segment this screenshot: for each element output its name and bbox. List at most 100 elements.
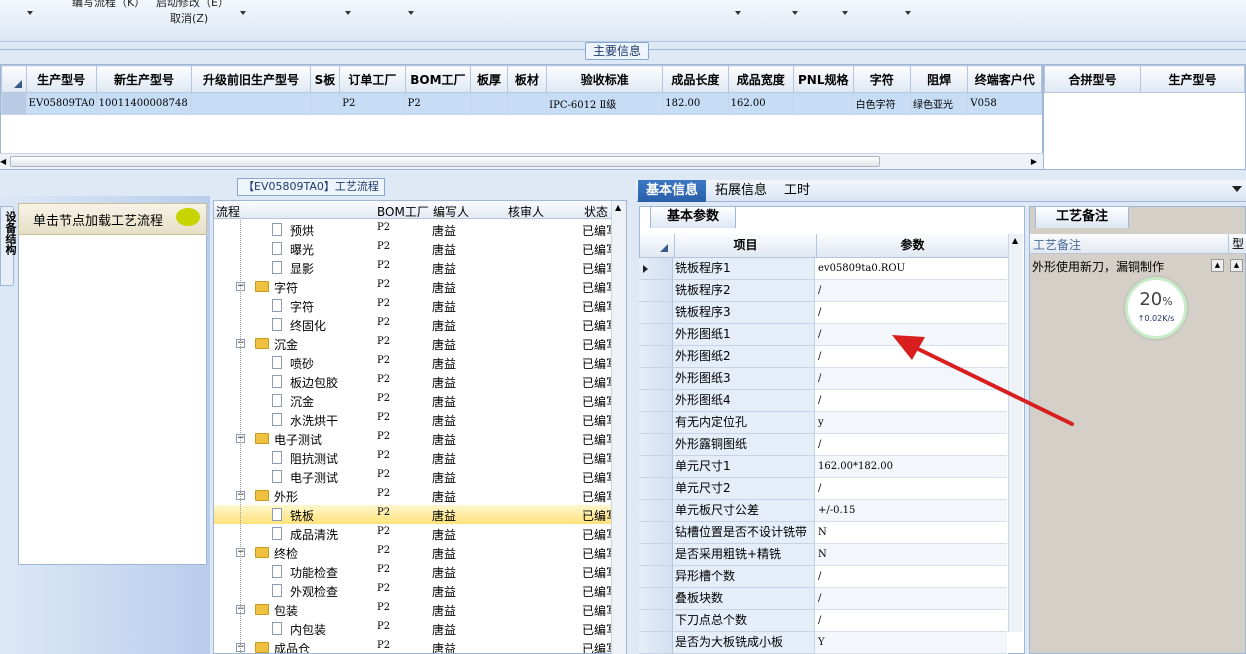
col-reviewer[interactable]: 核审人 — [508, 203, 544, 220]
param-row[interactable]: 铣板程序2/ — [639, 280, 1007, 302]
chevron-down-icon[interactable] — [408, 11, 414, 15]
table-cell[interactable]: IPC-6012 Ⅱ级 — [546, 92, 664, 115]
cancel-button[interactable]: 取消(Z) — [170, 10, 208, 26]
param-value[interactable]: / — [815, 566, 1007, 588]
table-cell[interactable] — [506, 92, 548, 115]
param-value[interactable]: Y — [815, 632, 1007, 654]
edit-flow-button[interactable]: 编写流程（K） — [72, 0, 145, 10]
col-header[interactable]: 验收标准 — [546, 65, 664, 93]
note-column-label[interactable]: 工艺备注 — [1033, 236, 1081, 253]
vertical-tab[interactable]: 设备结构 — [0, 206, 17, 286]
tree-row[interactable]: 字符 P2 唐益 已编写 — [214, 296, 618, 315]
param-row[interactable]: 是否采用粗铣+精铣 N — [639, 544, 1007, 566]
param-value[interactable]: / — [815, 610, 1007, 632]
col-bom-factory[interactable]: BOM工厂 — [377, 203, 429, 220]
tree-row[interactable]: − 沉金 P2 唐益 已编写 — [214, 334, 618, 353]
param-value[interactable]: / — [815, 434, 1007, 456]
param-value[interactable]: / — [815, 478, 1007, 500]
col-header[interactable]: 成品宽度 — [727, 65, 794, 93]
param-value[interactable]: N — [815, 522, 1007, 544]
col-header[interactable]: 板材 — [506, 65, 548, 93]
col-flow[interactable]: 流程 — [216, 203, 240, 220]
tree-scrollbar[interactable]: ▲ — [611, 201, 626, 654]
param-row[interactable]: 是否为大板铣成小板 Y — [639, 632, 1007, 654]
col-header[interactable]: 终端客户代 — [967, 65, 1042, 93]
col-header[interactable]: PNL规格 — [792, 65, 854, 93]
tab-basic-params[interactable]: 基本参数 — [650, 206, 736, 228]
table-cell[interactable]: 10011400008748 — [95, 92, 193, 115]
tree-row[interactable]: 内包装 P2 唐益 已编写 — [214, 619, 618, 638]
col-status[interactable]: 状态 — [584, 203, 608, 220]
note-text[interactable]: 外形使用新刀，漏铜制作 — [1032, 258, 1164, 275]
tree-row[interactable]: 终固化 P2 唐益 已编写 — [214, 315, 618, 334]
table-cell[interactable] — [191, 92, 311, 115]
col-header[interactable]: 生产型号 — [25, 65, 97, 93]
param-row[interactable]: 单元尺寸2/ — [639, 478, 1007, 500]
tab-working-hours[interactable]: 工时 — [776, 180, 818, 202]
chevron-down-icon[interactable] — [905, 11, 911, 15]
param-value[interactable]: ev05809ta0.ROU — [815, 258, 1007, 280]
param-row[interactable]: 下刀点总个数 / — [639, 610, 1007, 632]
tree-row[interactable]: 显影 P2 唐益 已编写 — [214, 258, 618, 277]
scroll-up-icon[interactable]: ▲ — [615, 203, 621, 212]
table-cell[interactable] — [309, 92, 341, 115]
param-value[interactable]: / — [815, 390, 1007, 412]
param-row[interactable]: 钻槽位置是否不设计铣带 N — [639, 522, 1007, 544]
tab-process-note[interactable]: 工艺备注 — [1035, 206, 1129, 228]
tab-extended-info[interactable]: 拓展信息 — [707, 180, 775, 202]
chevron-down-icon[interactable] — [792, 11, 798, 15]
chevron-down-icon[interactable] — [240, 11, 246, 15]
param-value[interactable]: +/-0.15 — [815, 500, 1007, 522]
table-cell[interactable]: 白色字符 — [852, 92, 911, 115]
chevron-down-icon[interactable] — [27, 11, 33, 15]
param-row[interactable]: 外形图纸4/ — [639, 390, 1007, 412]
tree-row[interactable]: − 字符 P2 唐益 已编写 — [214, 277, 618, 296]
scroll-up-icon[interactable]: ▲ — [1211, 259, 1224, 272]
tree-row[interactable]: 板边包胶 P2 唐益 已编写 — [214, 372, 618, 391]
col-header[interactable]: BOM工厂 — [404, 65, 472, 93]
tree-row[interactable]: 水洗烘干 P2 唐益 已编写 — [214, 410, 618, 429]
scroll-left-icon[interactable]: ◀ — [0, 157, 6, 166]
param-row[interactable]: 铣板程序3/ — [639, 302, 1007, 324]
tree-row[interactable]: 铣板 P2 唐益 已编写 — [214, 505, 618, 524]
param-row[interactable]: 外形图纸3/ — [639, 368, 1007, 390]
tree-row[interactable]: 阻抗测试 P2 唐益 已编写 — [214, 448, 618, 467]
table-row[interactable]: EV05809TA0 10011400008748 P2 P2 IPC-6012 Ⅱ级 1… — [1, 92, 1042, 115]
col-model[interactable]: 生产型号 — [1140, 65, 1245, 93]
table-cell[interactable]: 182.00 — [662, 92, 729, 115]
param-row[interactable]: 外形图纸1/ — [639, 324, 1007, 346]
table-cell[interactable] — [470, 92, 508, 115]
col-header[interactable]: 阻焊 — [909, 65, 969, 93]
col-header[interactable]: 成品长度 — [662, 65, 729, 93]
params-scrollbar[interactable]: ▲ — [1008, 234, 1023, 632]
table-cell[interactable]: 162.00 — [727, 92, 794, 115]
network-speed-widget[interactable]: 20% ↑0.02K/s — [1125, 277, 1187, 339]
param-row[interactable]: 单元尺寸1 162.00*182.00 — [639, 456, 1007, 478]
tree-row[interactable]: 功能检查 P2 唐益 已编写 — [214, 562, 618, 581]
scroll-right-icon[interactable]: ▶ — [1031, 157, 1037, 166]
col-header[interactable]: 订单工厂 — [339, 65, 406, 93]
table-cell[interactable] — [792, 92, 854, 115]
param-row[interactable]: 外形露铜图纸 / — [639, 434, 1007, 456]
param-value[interactable]: / — [815, 280, 1007, 302]
param-value[interactable]: / — [815, 302, 1007, 324]
param-row[interactable]: 叠板块数 / — [639, 588, 1007, 610]
col-param[interactable]: 参数 — [816, 234, 1008, 258]
table-cell[interactable]: P2 — [339, 92, 406, 115]
table-cell[interactable]: P2 — [404, 92, 472, 115]
tree-row[interactable]: 电子测试 P2 唐益 已编写 — [214, 467, 618, 486]
param-row[interactable]: 铣板程序1 ev05809ta0.ROU — [639, 258, 1007, 280]
tree-row[interactable]: 曝光 P2 唐益 已编写 — [214, 239, 618, 258]
scroll-up-icon[interactable]: ▲ — [1230, 259, 1243, 272]
tree-row[interactable]: − 包装 P2 唐益 已编写 — [214, 600, 618, 619]
param-row[interactable]: 外形图纸2/ — [639, 346, 1007, 368]
param-value[interactable]: / — [815, 346, 1007, 368]
col-header[interactable]: 字符 — [852, 65, 911, 93]
chevron-down-icon[interactable] — [735, 11, 741, 15]
tree-row[interactable]: 沉金 P2 唐益 已编写 — [214, 391, 618, 410]
scroll-up-icon[interactable]: ▲ — [1012, 236, 1018, 245]
table-cell[interactable]: EV05809TA0 — [25, 92, 97, 115]
table-cell[interactable]: V058 — [967, 92, 1042, 115]
table-cell[interactable]: 绿色亚光 — [909, 92, 969, 115]
col-header[interactable]: 新生产型号 — [95, 65, 193, 93]
